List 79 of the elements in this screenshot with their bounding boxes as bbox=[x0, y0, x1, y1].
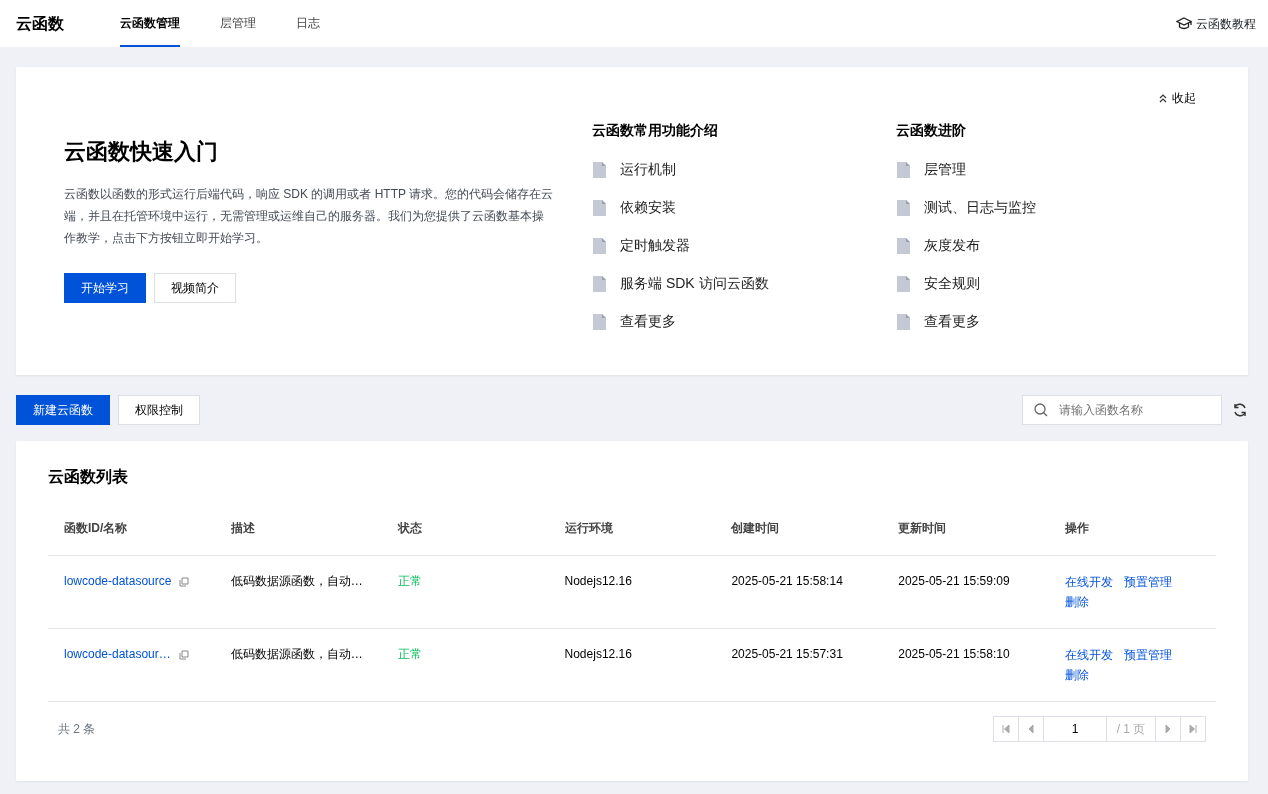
guide-link[interactable]: 测试、日志与监控 bbox=[896, 198, 1200, 217]
status-text: 正常 bbox=[381, 555, 549, 629]
skip-start-icon bbox=[1002, 725, 1010, 733]
last-page-button[interactable] bbox=[1180, 716, 1206, 742]
toolbar-button[interactable]: 权限控制 bbox=[118, 395, 200, 425]
column-header: 函数ID/名称 bbox=[48, 519, 215, 556]
document-icon bbox=[896, 198, 912, 217]
table-title: 云函数列表 bbox=[48, 467, 129, 487]
collapse-button[interactable]: 收起 bbox=[1158, 89, 1196, 107]
action-link[interactable]: 预置管理 bbox=[1124, 572, 1173, 592]
action-link[interactable]: 删除 bbox=[1065, 665, 1090, 685]
document-icon bbox=[896, 160, 912, 179]
guide-link[interactable]: 运行机制 bbox=[592, 160, 896, 179]
column-header: 运行环境 bbox=[548, 519, 716, 556]
table-cell: 2025-05-21 15:59:09 bbox=[882, 555, 1050, 629]
table-cell: 低码数据源函数，自动… bbox=[214, 628, 382, 702]
action-link[interactable]: 在线开发 bbox=[1065, 645, 1114, 665]
action-link[interactable]: 在线开发 bbox=[1065, 572, 1114, 592]
column-header: 状态 bbox=[381, 519, 549, 556]
document-icon bbox=[896, 312, 912, 331]
status-text: 正常 bbox=[381, 628, 549, 702]
column-header: 描述 bbox=[214, 519, 382, 556]
intro-title: 云函数快速入门 bbox=[64, 138, 219, 166]
help-link[interactable]: 云函数教程 bbox=[1176, 14, 1256, 33]
document-icon bbox=[896, 274, 912, 293]
column-header: 更新时间 bbox=[882, 519, 1050, 556]
help-link-text: 云函数教程 bbox=[1196, 15, 1256, 33]
action-link[interactable]: 预置管理 bbox=[1124, 645, 1173, 665]
guide-link[interactable]: 层管理 bbox=[896, 160, 1200, 179]
app-title: 云函数 bbox=[16, 13, 64, 34]
table-cell: 2025-05-21 15:57:31 bbox=[715, 628, 883, 702]
previous-page-button[interactable] bbox=[1018, 716, 1044, 742]
document-icon bbox=[592, 160, 608, 179]
document-icon bbox=[592, 236, 608, 255]
guide-link[interactable]: 服务端 SDK 访问云函数 bbox=[592, 274, 896, 293]
table-cell: 2025-05-21 15:58:10 bbox=[882, 628, 1050, 702]
document-icon bbox=[896, 236, 912, 255]
first-page-button[interactable] bbox=[993, 716, 1019, 742]
page-input[interactable]: 1 bbox=[1043, 716, 1107, 742]
intro-button[interactable]: 开始学习 bbox=[64, 273, 146, 304]
graduation-cap-icon bbox=[1176, 16, 1192, 31]
skip-end-icon bbox=[1189, 725, 1197, 733]
intro-button[interactable]: 视频简介 bbox=[154, 273, 236, 304]
next-page-button[interactable] bbox=[1155, 716, 1181, 742]
search-icon bbox=[1034, 403, 1048, 417]
double-chevron-up-icon bbox=[1158, 93, 1168, 103]
refresh-icon[interactable] bbox=[1232, 402, 1248, 418]
column-heading: 云函数进阶 bbox=[896, 120, 967, 140]
guide-link[interactable]: 灰度发布 bbox=[896, 236, 1200, 255]
total-count: 共 2 条 bbox=[58, 721, 96, 738]
function-name-link[interactable]: lowcode-datasource bbox=[64, 574, 172, 588]
column-heading: 云函数常用功能介绍 bbox=[592, 120, 719, 140]
column-header: 操作 bbox=[1049, 519, 1216, 556]
table-cell: Nodejs12.16 bbox=[548, 555, 716, 629]
function-name-link[interactable]: lowcode-datasour… bbox=[64, 647, 171, 661]
action-link[interactable]: 删除 bbox=[1065, 592, 1090, 612]
guide-link[interactable]: 安全规则 bbox=[896, 274, 1200, 293]
search-field[interactable]: 请输入函数名称 bbox=[1022, 395, 1222, 425]
document-icon bbox=[592, 198, 608, 217]
guide-link[interactable]: 定时触发器 bbox=[592, 236, 896, 255]
page-total: / 1 页 bbox=[1106, 716, 1156, 742]
table-cell: 2025-05-21 15:58:14 bbox=[715, 555, 883, 629]
document-icon bbox=[592, 312, 608, 331]
nav-tab[interactable]: 云函数管理 bbox=[120, 0, 180, 47]
nav-tab[interactable]: 日志 bbox=[296, 0, 320, 47]
triangle-right-icon bbox=[1164, 725, 1172, 733]
table-cell: Nodejs12.16 bbox=[548, 628, 716, 702]
column-header: 创建时间 bbox=[715, 519, 883, 556]
table-cell: 低码数据源函数，自动… bbox=[214, 555, 382, 629]
copy-icon[interactable] bbox=[179, 576, 190, 587]
toolbar-button[interactable]: 新建云函数 bbox=[16, 395, 110, 425]
triangle-left-icon bbox=[1027, 725, 1035, 733]
nav-tab[interactable]: 层管理 bbox=[220, 0, 256, 47]
guide-link[interactable]: 查看更多 bbox=[896, 312, 1200, 331]
guide-link[interactable]: 查看更多 bbox=[592, 312, 896, 331]
intro-description: 云函数以函数的形式运行后端代码，响应 SDK 的调用或者 HTTP 请求。您的代码会储存在云端，并且在托管环境中运行，无需管理或运维自己的服务器。我们为您提供了云函数基本操作教学，点击下方按钮立即开始学习。 bbox=[64, 186, 554, 248]
copy-icon[interactable] bbox=[178, 649, 189, 660]
document-icon bbox=[592, 274, 608, 293]
guide-link[interactable]: 依赖安装 bbox=[592, 198, 896, 217]
